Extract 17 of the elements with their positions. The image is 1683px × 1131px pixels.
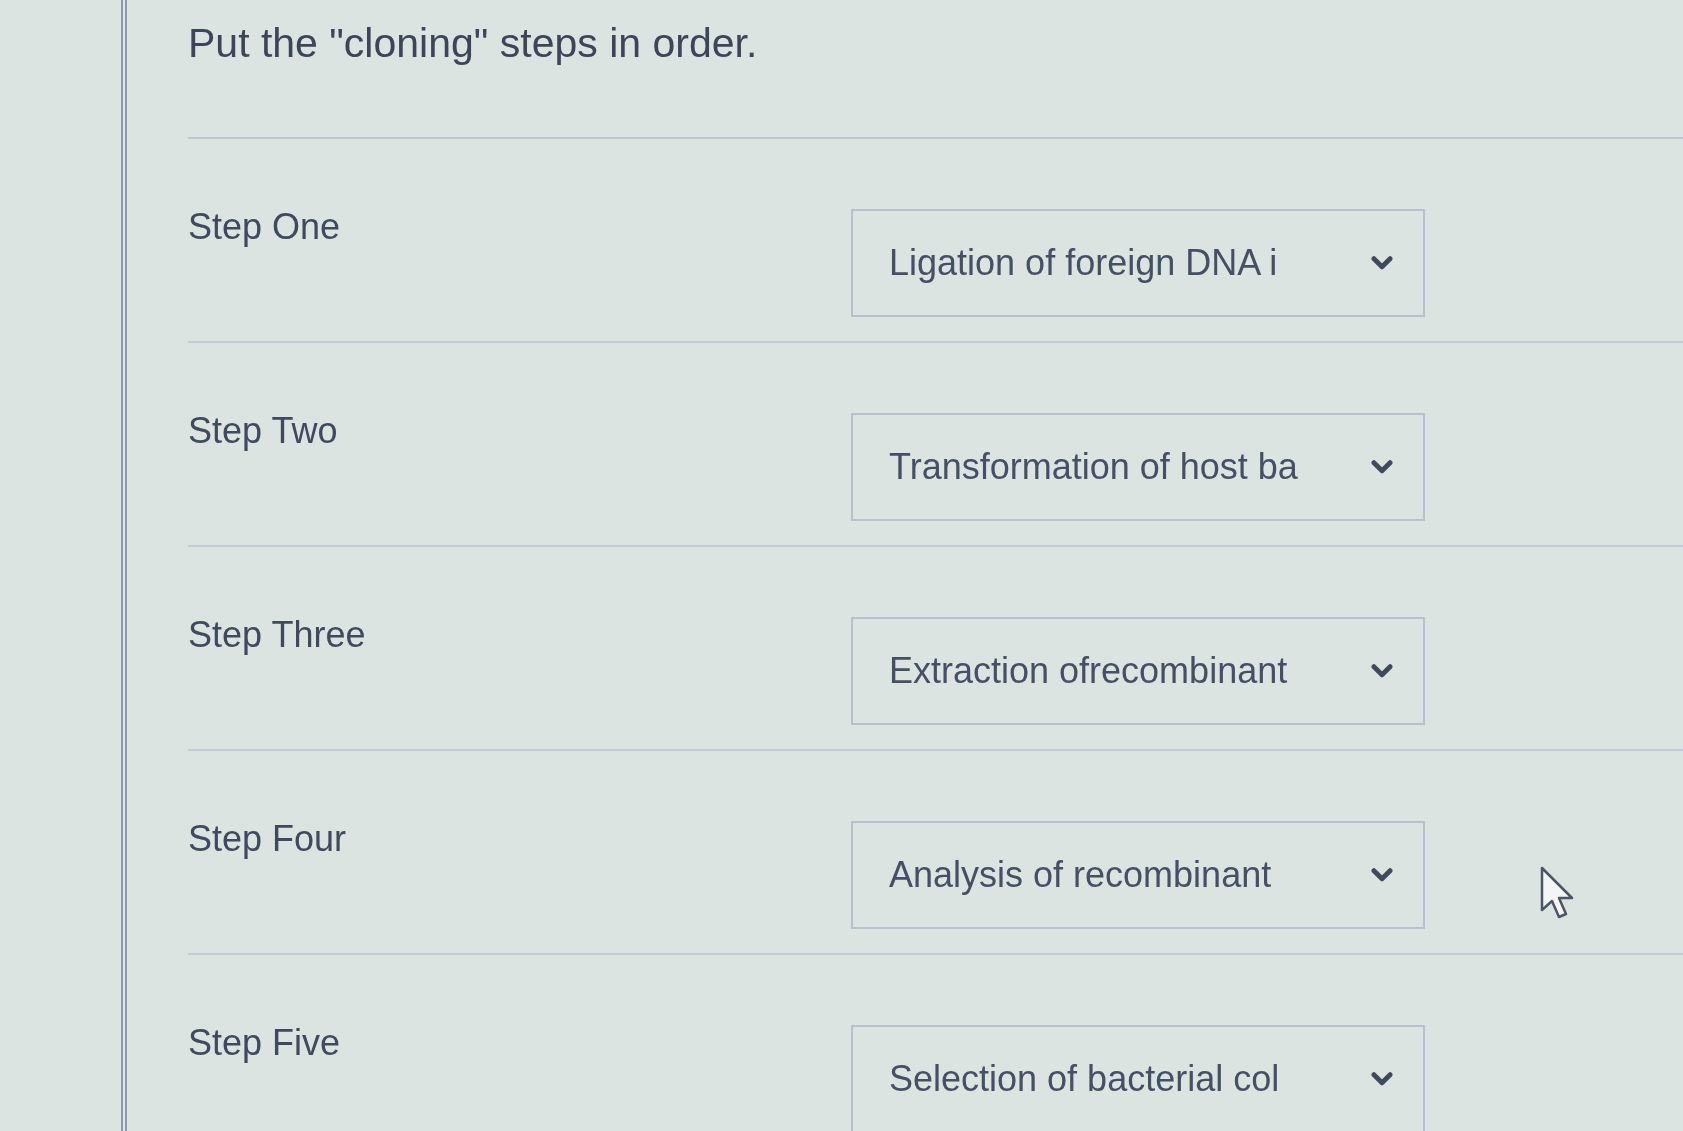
chevron-down-icon: [1371, 460, 1393, 474]
mouse-pointer-icon: [1540, 866, 1574, 920]
step-label: Step Two: [188, 410, 338, 451]
chevron-down-icon: [1371, 868, 1393, 882]
step-dropdown[interactable]: Selection of bacterial col: [851, 1025, 1425, 1131]
step-label: Step Three: [188, 614, 366, 655]
step-dropdown[interactable]: Extraction ofrecombinant: [851, 617, 1425, 725]
step-label: Step One: [188, 206, 341, 247]
step-dropdown[interactable]: Analysis of recombinant: [851, 821, 1425, 929]
step-label: Step Four: [188, 818, 347, 859]
chevron-down-icon: [1371, 1072, 1393, 1086]
question-text: Put the "cloning" steps in order.: [188, 19, 759, 68]
step-dropdown[interactable]: Ligation of foreign DNA i: [851, 209, 1425, 317]
step-dropdown[interactable]: Transformation of host ba: [851, 413, 1425, 521]
chevron-down-icon: [1371, 256, 1393, 270]
chevron-down-icon: [1371, 664, 1393, 678]
step-label: Step Five: [188, 1022, 341, 1063]
